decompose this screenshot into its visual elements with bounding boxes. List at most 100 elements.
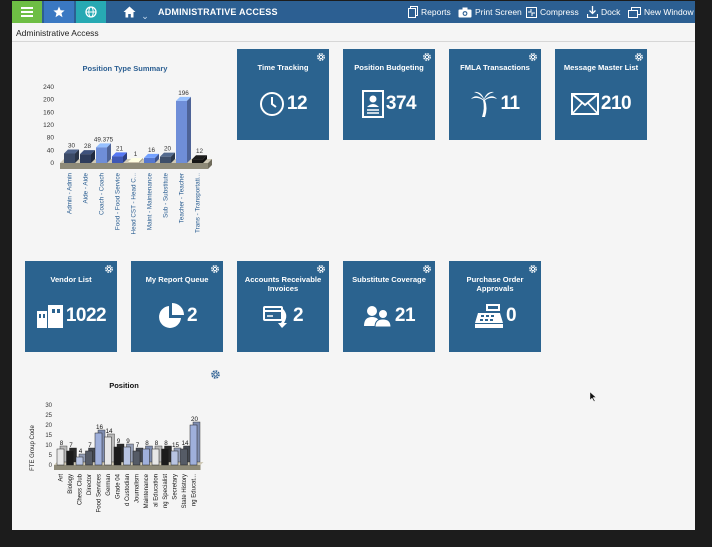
bar-value-label: 14 <box>105 428 113 435</box>
palm-tree-icon <box>471 91 498 117</box>
bar <box>94 432 103 466</box>
gear-icon[interactable] <box>316 264 326 274</box>
category-label: Secretary <box>173 474 179 500</box>
home-dropdown-caret-icon[interactable]: ⌄ <box>140 5 150 27</box>
globe-icon <box>85 6 97 18</box>
tile-title: Accounts Receivable Invoices <box>244 275 322 293</box>
position-type-summary-widget[interactable] <box>34 77 204 249</box>
print-screen-label: Print Screen <box>475 7 522 17</box>
print-screen-button[interactable]: Print Screen <box>458 1 522 23</box>
bar <box>66 450 74 466</box>
reports-button[interactable]: Reports <box>408 1 451 23</box>
tile-message-master-list[interactable]: Message Master List 210 <box>555 49 647 140</box>
category-label: Maintenance <box>144 473 150 508</box>
category-label: Journalism <box>135 474 141 503</box>
tile-time-tracking[interactable]: Time Tracking 12 <box>237 49 329 140</box>
gear-icon[interactable] <box>528 264 538 274</box>
tile-count: 11 <box>500 93 520 114</box>
bar-value-label: 14 <box>181 440 189 447</box>
category-label: State History <box>182 474 188 508</box>
bar <box>56 448 65 466</box>
category-label: Art <box>59 474 65 482</box>
y-tick-label: 15 <box>45 433 52 439</box>
gear-icon[interactable] <box>210 264 220 274</box>
bar-value-label: 8 <box>155 440 159 447</box>
new-window-label: New Window <box>644 7 694 17</box>
bar-value-label: 7 <box>88 442 92 449</box>
tile-title: FMLA Transactions <box>460 63 530 72</box>
tile-my-report-queue[interactable]: My Report Queue 2 <box>131 261 223 352</box>
bar <box>151 448 160 466</box>
tile-count: 12 <box>286 93 308 114</box>
bar-value-label: 8 <box>164 440 168 447</box>
category-label: ng Educat... <box>192 474 198 506</box>
dock-icon <box>587 6 598 18</box>
bar-value-label: 15 <box>172 442 180 449</box>
bar <box>161 448 169 466</box>
gear-icon[interactable] <box>316 52 326 62</box>
compress-icon <box>526 6 537 18</box>
new-window-button[interactable]: New Window <box>628 1 694 23</box>
y-tick-label: 0 <box>49 463 53 469</box>
buildings-icon <box>36 305 63 328</box>
clock-icon <box>259 92 284 116</box>
dock-label: Dock <box>601 7 621 17</box>
gear-icon[interactable] <box>104 264 114 274</box>
reports-label: Reports <box>421 7 451 17</box>
dock-button[interactable]: Dock <box>587 1 620 23</box>
tile-purchase-order-approvals[interactable]: Purchase Order Approvals 0 <box>449 261 541 352</box>
bar-value-label: 8 <box>60 440 64 447</box>
bar <box>132 450 141 466</box>
hamburger-icon <box>21 7 33 17</box>
gear-icon[interactable] <box>210 369 221 380</box>
y-tick-label: 5 <box>49 453 53 459</box>
menu-button[interactable] <box>12 1 42 23</box>
category-label: al Education <box>154 474 160 507</box>
tile-fmla-transactions[interactable]: FMLA Transactions 11 <box>449 49 541 140</box>
chart-floor-front <box>54 465 201 470</box>
invoice-icon <box>262 306 287 328</box>
bar-value-label: 9 <box>117 438 121 445</box>
tile-count: 374 <box>385 93 417 114</box>
reports-icon <box>408 6 418 18</box>
gear-icon[interactable] <box>422 264 432 274</box>
tile-substitute-coverage[interactable]: Substitute Coverage 21 <box>343 261 435 352</box>
position-chart-ylabel: FTE Group Code <box>30 425 36 471</box>
bar <box>180 448 188 466</box>
category-label: Biology <box>68 474 74 494</box>
category-label: Food Services <box>97 474 103 512</box>
bar-value-label: 9 <box>126 438 130 445</box>
breadcrumb-divider <box>12 41 695 42</box>
bar-value-label: 8 <box>145 440 149 447</box>
category-label: Chess Club <box>78 473 84 505</box>
home-icon <box>123 6 135 18</box>
position-type-summary-title: Position Type Summary <box>82 64 168 73</box>
bar <box>75 456 84 466</box>
bar <box>170 450 179 466</box>
tile-title: My Report Queue <box>145 275 209 284</box>
tile-count: 0 <box>505 305 517 326</box>
globe-button[interactable] <box>76 1 106 23</box>
compress-button[interactable]: Compress <box>526 1 579 23</box>
mouse-pointer-icon <box>590 392 597 402</box>
y-tick-label: 20 <box>45 423 52 429</box>
tile-count: 210 <box>600 93 632 114</box>
gear-icon[interactable] <box>422 52 432 62</box>
gear-icon[interactable] <box>634 52 644 62</box>
bar <box>104 436 112 466</box>
gear-icon[interactable] <box>528 52 538 62</box>
tile-vendor-list[interactable]: Vendor List 1022 <box>25 261 117 352</box>
tile-count: 21 <box>394 305 416 326</box>
envelope-icon <box>570 93 599 115</box>
tile-title: Substitute Coverage <box>352 275 426 284</box>
tile-position-budgeting[interactable]: Position Budgeting 374 <box>343 49 435 140</box>
tile-accounts-receivable-invoices[interactable]: Accounts Receivable Invoices 2 <box>237 261 329 352</box>
tile-title: Position Budgeting <box>354 63 424 72</box>
tile-count: 2 <box>292 305 304 326</box>
app-title: ADMINISTRATIVE ACCESS <box>158 7 278 17</box>
tile-title: Time Tracking <box>257 63 309 72</box>
favorites-button[interactable] <box>44 1 74 23</box>
y-tick-label: 30 <box>45 403 52 409</box>
bar-value-label: 7 <box>69 442 73 449</box>
app-window: ⌄ ADMINISTRATIVE ACCESS Reports Print Sc… <box>12 1 695 530</box>
